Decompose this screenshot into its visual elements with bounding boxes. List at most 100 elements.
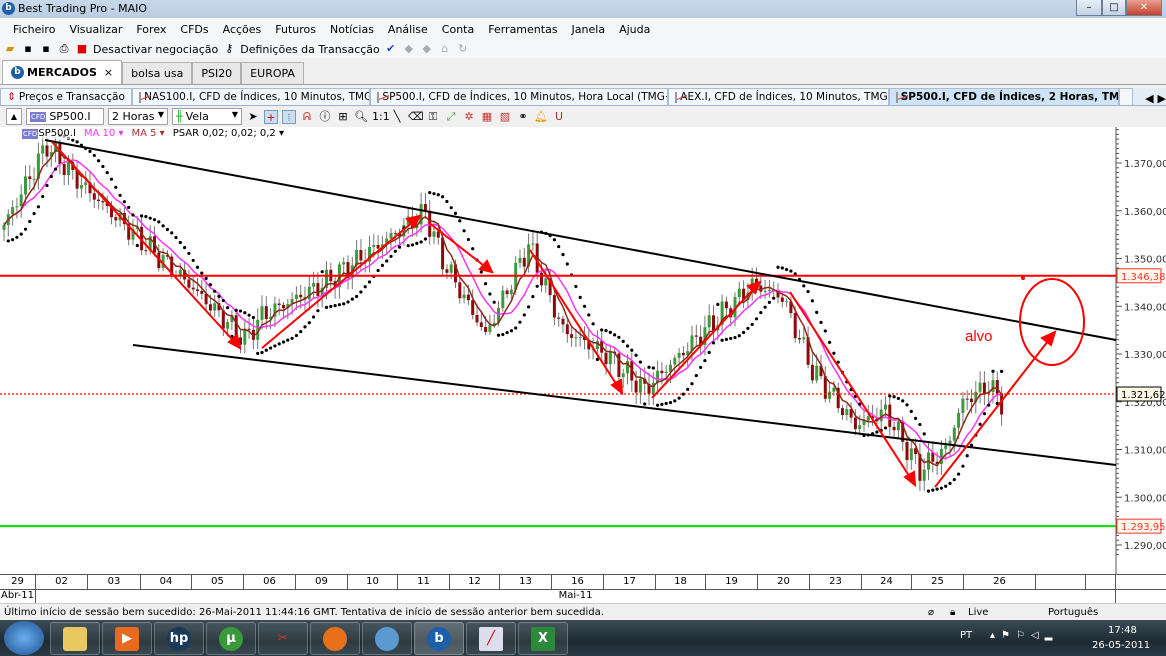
open-folder-icon[interactable]: ▰ [3,42,17,56]
draw-line-icon[interactable]: ╲ [390,110,404,124]
menu-noticias[interactable]: Notícias [323,23,381,36]
taskbar-utorrent[interactable]: µ [206,622,256,655]
doc-tab-aex[interactable]: AEX.I, CFD de Índices, 10 Minutos, TMG+0 [668,88,889,105]
grid-icon[interactable]: ⁞ [282,109,296,124]
close-tab-icon[interactable]: × [104,66,113,79]
target-circle[interactable] [1019,278,1085,366]
menu-ferramentas[interactable]: Ferramentas [481,23,564,36]
legend-psar[interactable]: PSAR 0,02; 0,02; 0,2 ▾ [173,128,284,139]
info-icon[interactable]: ⓘ [318,110,332,124]
refresh-icon[interactable]: ↻ [456,42,470,56]
scroll-left-icon[interactable]: ◀ [1145,92,1153,105]
psar-dot [131,213,135,217]
menu-futuros[interactable]: Futuros [268,23,323,36]
candle-up [574,337,578,339]
taskbar-media[interactable]: ▶ [102,622,152,655]
arrow-up-3[interactable] [934,331,1056,488]
save-icon[interactable]: ▪ [21,42,35,56]
taskbar-firefox[interactable] [310,622,360,655]
alert-bell-icon[interactable]: 🔔︎ [534,110,548,124]
transaction-settings-button[interactable]: Definições da Transacção [240,43,380,56]
forward-icon[interactable]: ◆ [420,42,434,56]
save-as-icon[interactable]: ▪ [39,42,53,56]
home-icon[interactable]: ⌂ [438,42,452,56]
maximize-button[interactable]: □ [1102,0,1126,16]
menu-accoes[interactable]: Acções [216,23,269,36]
tab-mercados[interactable]: b MERCADOS × [2,60,123,84]
x-day-label: 20 [758,575,810,589]
print-icon[interactable]: ⎙ [57,42,71,56]
menu-janela[interactable]: Janela [565,23,613,36]
taskbar-snipping[interactable]: ✂ [258,622,308,655]
menu-visualizar[interactable]: Visualizar [62,23,129,36]
candle-down [995,380,999,394]
taskbar-hp[interactable]: hp [154,622,204,655]
candle-down [62,164,66,176]
month-label-may: Mai-11 [36,589,1116,603]
taskbar-best-trading[interactable]: b [414,622,464,655]
legend-ma10[interactable]: MA 10 ▾ [84,128,124,139]
arrow-down-1[interactable] [51,141,241,349]
one-to-one-icon[interactable]: 1:1 [372,110,390,124]
doc-tab-sp500-2h[interactable]: SP500.I, CFD de Índices, 2 Horas, TMG+0× [888,88,1120,105]
collapse-button[interactable]: ▲ [6,108,22,125]
cursor-icon[interactable]: ➤ [246,110,260,124]
arrow-up-1[interactable] [261,215,421,349]
chart-type-select[interactable]: ╫ Vela ▼ [172,108,242,125]
magnet-icon[interactable]: U [552,110,566,124]
doc-tab-sp500-10min[interactable]: SP500.I, CFD de Índices, 10 Minutos, Hor… [370,88,669,105]
scale-icon[interactable]: ⤢ [444,110,458,124]
price-chart[interactable]: 1.370,00 1.360,00 1.350,00 1.340,00 1.330,00… [0,124,1166,574]
chart-canvas[interactable]: 1.370,00 1.360,00 1.350,00 1.340,00 1.330,00… [0,124,1166,574]
start-button[interactable] [4,621,44,655]
doc-tab-nas100[interactable]: NAS100.I, CFD de Índices, 10 Minutos, TM… [132,88,371,105]
candle-down [570,334,574,338]
menu-ficheiro[interactable]: Ficheiro [6,23,62,36]
indicators-icon[interactable]: ᕱ [300,110,314,124]
doc-tab-overflow[interactable] [1119,88,1134,105]
deactivate-trading-button[interactable]: Desactivar negociação [93,43,218,56]
taskbar-messenger[interactable] [362,622,412,655]
clock-date[interactable]: 26-05-2011 [1092,640,1150,651]
doc-tab-prices[interactable]: ⇕ Preços e Transacção [0,88,133,105]
eraser-icon[interactable]: ⌫ [408,110,424,124]
menu-forex[interactable]: Forex [129,23,173,36]
arrow-up-2[interactable] [651,281,761,399]
taskbar-paint[interactable]: ╱ [466,622,516,655]
close-button[interactable]: ✕ [1126,0,1162,16]
menu-analise[interactable]: Análise [381,23,435,36]
input-language[interactable]: PT [960,630,972,641]
legend-symbol[interactable]: CFDSP500.I [22,128,76,139]
language-status[interactable]: Português [1048,604,1098,621]
zoom-icon[interactable]: 🔍︎ [354,110,368,124]
back-icon[interactable]: ◆ [402,42,416,56]
candle-down [208,304,212,311]
taskbar-explorer[interactable] [50,622,100,655]
link-icon[interactable]: ⚭ [516,110,530,124]
compare-icon[interactable]: ▧ [498,110,512,124]
settings-icon[interactable]: ✲ [462,110,476,124]
tab-bolsa-usa[interactable]: bolsa usa [122,62,193,84]
minimize-button[interactable]: – [1076,0,1102,16]
symbol-input[interactable]: CFD SP500.I [26,108,104,125]
psar-dot [294,333,298,338]
tab-psi20[interactable]: PSI20 [192,62,242,84]
menu-ajuda[interactable]: Ajuda [612,23,657,36]
check-icon[interactable]: ✔ [384,42,398,56]
arrow-down-2[interactable] [427,221,493,273]
clock-time[interactable]: 17:48 [1108,625,1137,636]
crosshair-icon[interactable]: + [264,109,278,124]
lock-icon[interactable]: ⚿ [426,110,440,124]
tray-icons[interactable]: ▴⚑⚐◁▂ [990,630,1058,641]
tab-europa[interactable]: EUROPA [241,62,304,84]
timeframe-select[interactable]: 2 Horas ▼ [108,108,168,125]
template-icon[interactable]: ▦ [480,110,494,124]
add-chart-icon[interactable]: ⊞ [336,110,350,124]
legend-ma5[interactable]: MA 5 ▾ [131,128,164,139]
scroll-right-icon[interactable]: ▶ [1158,92,1166,105]
menu-cfds[interactable]: CFDs [173,23,215,36]
menu-conta[interactable]: Conta [435,23,481,36]
taskbar-excel[interactable]: X [518,622,568,655]
arrow-down-3[interactable] [529,249,623,394]
arrow-down-4[interactable] [789,291,916,486]
